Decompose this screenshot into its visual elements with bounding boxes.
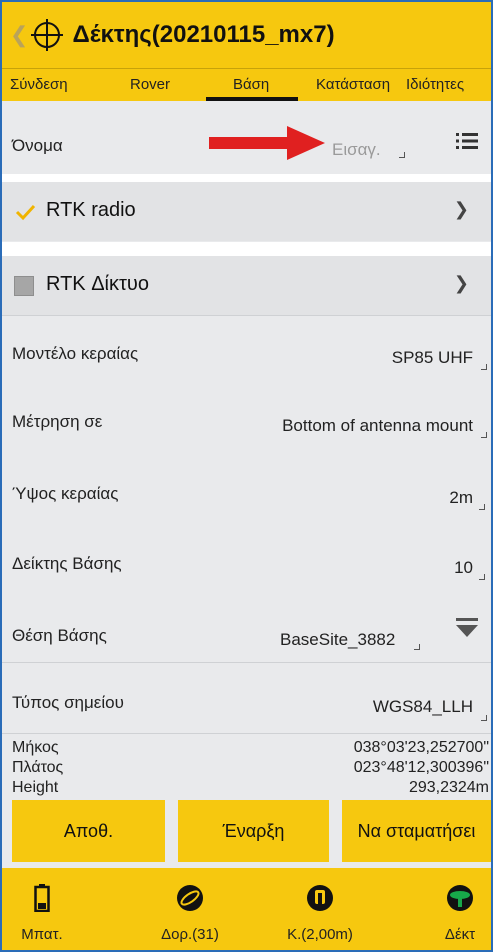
- save-button[interactable]: Αποθ.: [12, 800, 165, 862]
- app-frame: ❮ Δέκτης(20210115_mx7) Σύνδεση Rover Βάσ…: [0, 0, 493, 952]
- nav-satellites[interactable]: Δορ.(31): [140, 868, 240, 950]
- back-chevron-icon[interactable]: ❮: [10, 22, 28, 48]
- checkbox-checked-icon[interactable]: [14, 201, 36, 223]
- red-arrow-annotation: [209, 126, 325, 160]
- receiver-label: Δέκτ: [444, 926, 476, 943]
- nav-channel[interactable]: Κ.(2,00m): [270, 868, 370, 950]
- name-row: Όνομα Εισαγ.: [2, 102, 491, 174]
- height-label: Height: [12, 779, 59, 796]
- satellite-icon: [177, 885, 203, 911]
- tab-bar: Σύνδεση Rover Βάση Κατάσταση Ιδιότητες: [2, 68, 491, 101]
- rtk-network-row[interactable]: RTK Δίκτυο ❯: [2, 256, 491, 315]
- stop-button[interactable]: Να σταματήσει: [342, 800, 491, 862]
- chevron-right-icon: ❯: [453, 273, 469, 293]
- nav-battery[interactable]: Μπατ.: [2, 868, 92, 950]
- channel-label: Κ.(2,00m): [287, 926, 353, 943]
- coordinates-block: Μήκος 038°03'23,252700" Πλάτος 023°48'12…: [2, 734, 491, 796]
- dropdown-corner-icon: [481, 364, 487, 370]
- active-tab-indicator: [206, 97, 298, 101]
- nav-receiver[interactable]: Δέκτ: [410, 868, 491, 950]
- start-button[interactable]: Έναρξη: [178, 800, 329, 862]
- rtk-network-label: RTK Δίκτυο: [46, 273, 149, 295]
- base-index-label: Δείκτης Βάσης: [12, 554, 122, 573]
- point-type-row[interactable]: Τύπος σημείου WGS84_LLH: [2, 663, 491, 733]
- tab-connection[interactable]: Σύνδεση: [10, 76, 68, 93]
- base-index-value[interactable]: 10: [454, 558, 473, 578]
- title-bar: ❮ Δέκτης(20210115_mx7): [2, 2, 491, 68]
- name-label: Όνομα: [12, 136, 63, 155]
- rtk-radio-label: RTK radio: [46, 199, 136, 221]
- tab-rover[interactable]: Rover: [130, 76, 170, 93]
- longitude-value: 038°03'23,252700": [353, 739, 489, 756]
- latitude-label: Πλάτος: [12, 759, 64, 776]
- antenna-model-value[interactable]: SP85 UHF: [392, 348, 473, 368]
- bottom-nav: Μπατ. Δορ.(31) Κ.(2,00m) Δέκτ: [2, 868, 491, 950]
- name-input[interactable]: Εισαγ.: [332, 140, 381, 160]
- section-separator: [2, 242, 491, 257]
- dropdown-filter-icon[interactable]: [456, 618, 478, 638]
- list-menu-icon[interactable]: [456, 132, 478, 150]
- battery-icon: [34, 884, 50, 912]
- tab-properties[interactable]: Ιδιότητες: [406, 76, 464, 93]
- latitude-value: 023°48'12,300396": [353, 759, 489, 776]
- height-value: 293,2324m: [408, 779, 489, 796]
- tab-status[interactable]: Κατάσταση: [316, 76, 390, 93]
- battery-label: Μπατ.: [21, 926, 63, 943]
- satellites-label: Δορ.(31): [161, 926, 219, 943]
- antenna-height-value[interactable]: 2m: [449, 488, 473, 508]
- longitude-label: Μήκος: [12, 739, 59, 756]
- antenna-model-row[interactable]: Μοντέλο κεραίας SP85 UHF: [2, 316, 491, 384]
- base-index-row[interactable]: Δείκτης Βάσης 10: [2, 520, 491, 590]
- measure-to-row[interactable]: Μέτρηση σε Bottom of antenna mount: [2, 384, 491, 452]
- page-title: Δέκτης(20210115_mx7): [72, 21, 335, 48]
- input-corner-icon: [479, 574, 485, 580]
- tab-base[interactable]: Βάση: [233, 76, 269, 93]
- dropdown-corner-icon: [481, 715, 487, 721]
- receiver-icon: [447, 885, 473, 911]
- point-type-value[interactable]: WGS84_LLH: [373, 697, 473, 717]
- base-position-label: Θέση Βάσης: [12, 626, 107, 645]
- antenna-height-label: Ύψος κεραίας: [12, 484, 119, 503]
- base-position-row[interactable]: Θέση Βάσης BaseSite_3882: [2, 590, 491, 662]
- rtk-radio-row[interactable]: RTK radio ❯: [2, 182, 491, 241]
- checkbox-unchecked-icon[interactable]: [14, 276, 34, 296]
- input-corner-icon: [479, 504, 485, 510]
- antenna-height-row[interactable]: Ύψος κεραίας 2m: [2, 452, 491, 520]
- antenna-model-label: Μοντέλο κεραίας: [12, 344, 139, 363]
- measure-to-value[interactable]: Bottom of antenna mount: [282, 416, 473, 436]
- base-position-value[interactable]: BaseSite_3882: [280, 630, 395, 650]
- point-type-label: Τύπος σημείου: [12, 693, 124, 712]
- input-corner-icon: [399, 152, 405, 158]
- dropdown-corner-icon: [481, 432, 487, 438]
- antenna-channel-icon: [307, 885, 333, 911]
- chevron-right-icon: ❯: [453, 199, 469, 219]
- input-corner-icon: [414, 644, 420, 650]
- crosshair-target-icon: [31, 19, 64, 51]
- measure-to-label: Μέτρηση σε: [12, 412, 103, 431]
